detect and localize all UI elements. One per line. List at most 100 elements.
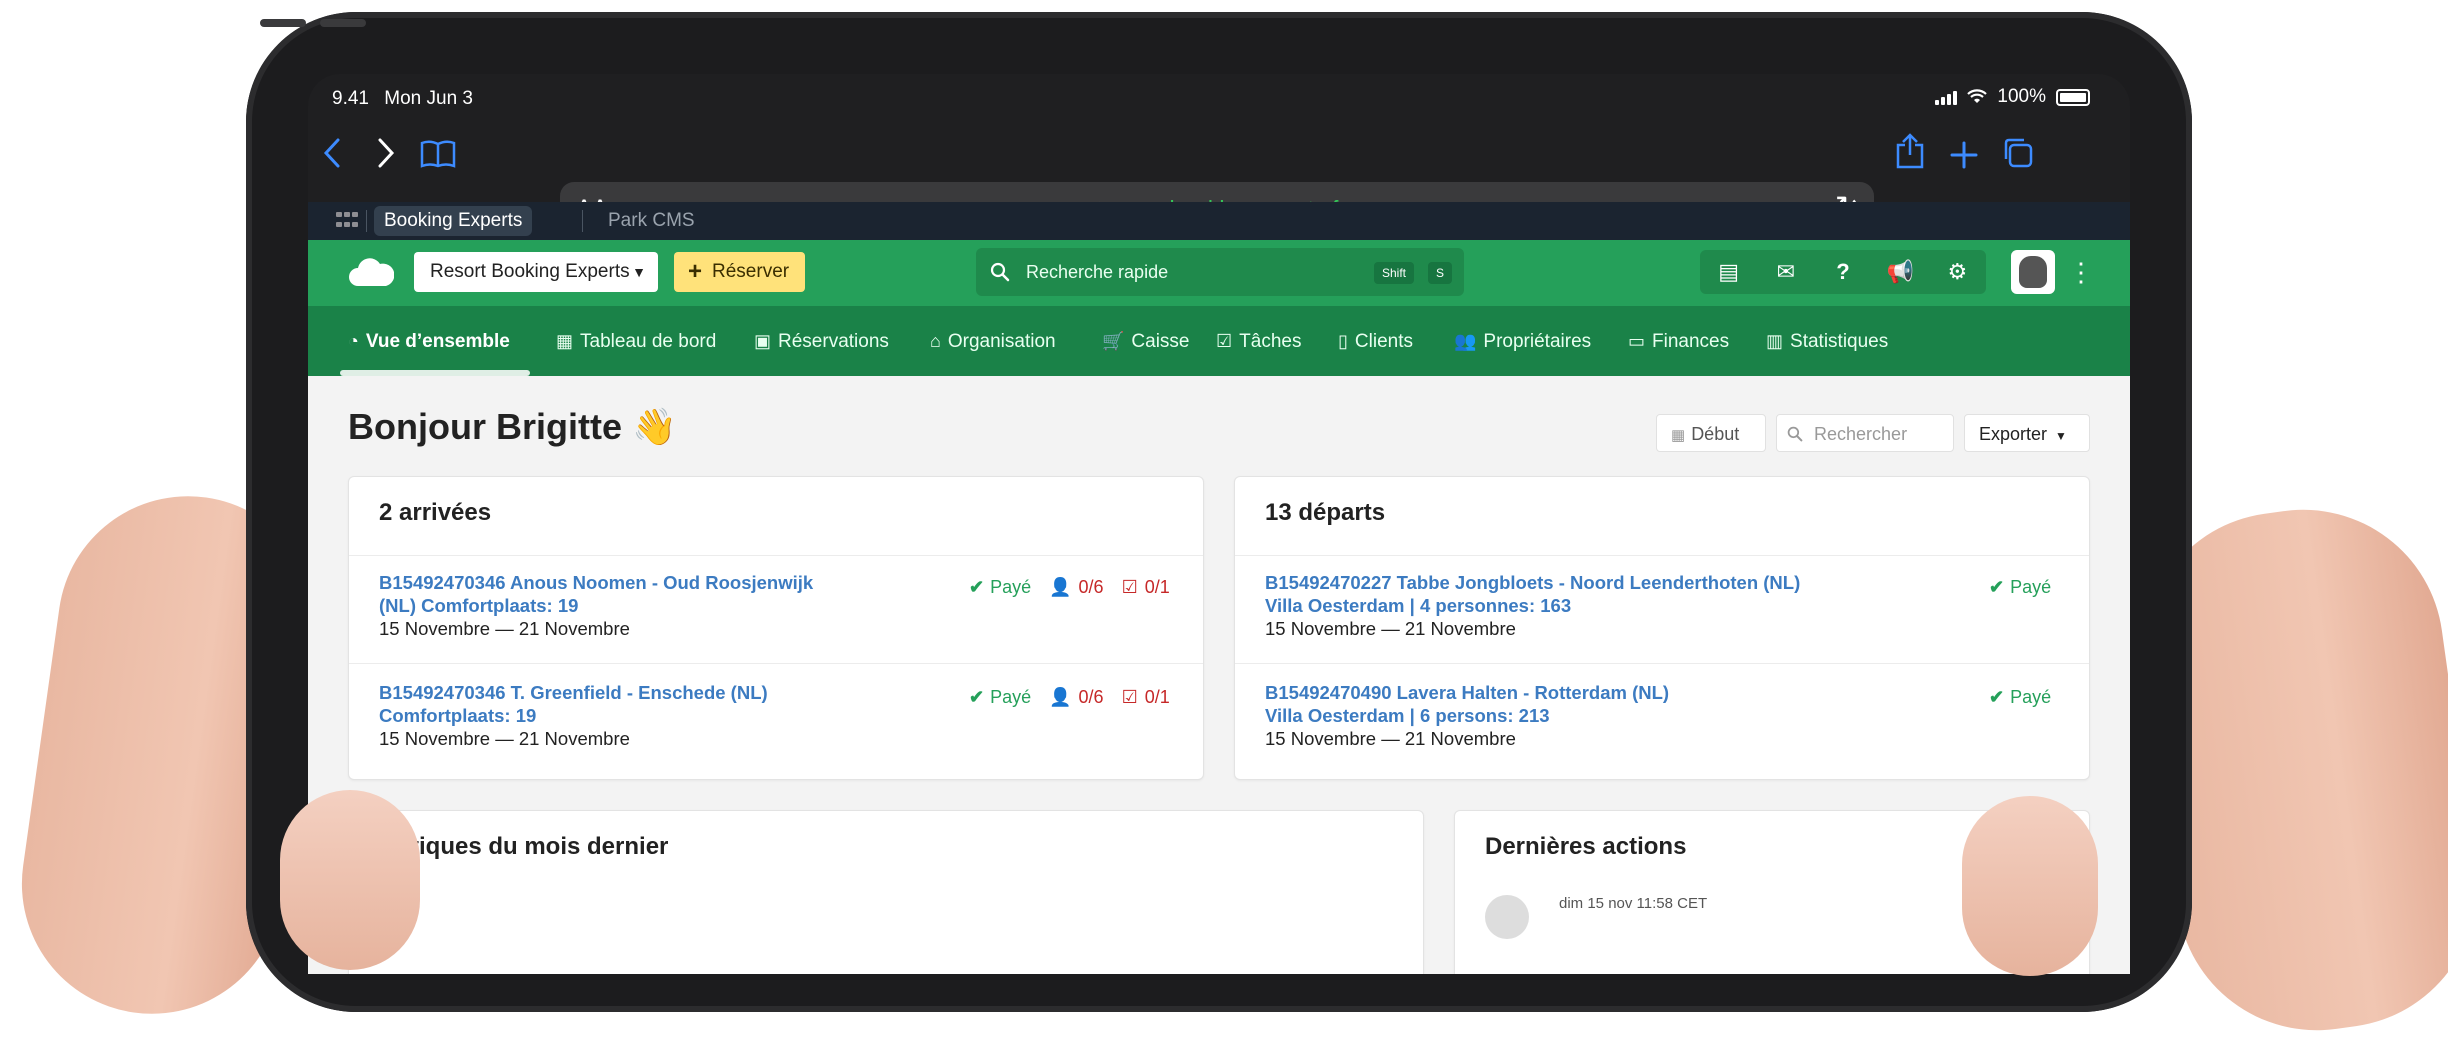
cloud-logo-icon[interactable] bbox=[348, 254, 394, 290]
list-item[interactable]: B15492470346 Anous Noomen - Oud Roosjenw… bbox=[379, 571, 813, 640]
quick-search-input[interactable]: Recherche rapide Shift S bbox=[976, 248, 1464, 296]
forward-icon[interactable] bbox=[364, 126, 408, 190]
user-icon: 👤 bbox=[1049, 687, 1072, 707]
check-icon: ✔ bbox=[1989, 687, 2005, 707]
nav-item-owners[interactable]: 👥 Propriétaires bbox=[1454, 306, 1591, 376]
nav-item-finances[interactable]: ▭ Finances bbox=[1628, 306, 1729, 376]
status-date: Mon Jun 3 bbox=[384, 88, 473, 109]
list-item[interactable]: B15492470227 Tabbe Jongbloets - Noord Le… bbox=[1265, 571, 1800, 640]
browser-tab-bar: Booking Experts Park CMS bbox=[308, 202, 2130, 240]
left-thumb bbox=[280, 790, 420, 970]
ipad-frame: 9.41 Mon Jun 3 100% Booking Experts Park… bbox=[246, 12, 2192, 1012]
nav-item-organisation[interactable]: ⌂ Organisation bbox=[930, 306, 1056, 376]
avatar[interactable] bbox=[2011, 250, 2055, 294]
tab-booking-experts[interactable]: Booking Experts bbox=[374, 206, 533, 236]
search-icon bbox=[1787, 424, 1808, 444]
nav-label: Finances bbox=[1652, 331, 1730, 352]
share-icon[interactable] bbox=[1888, 126, 1932, 190]
address-book-icon: ▯ bbox=[1338, 331, 1348, 351]
nav-item-tasks[interactable]: ☑ Tâches bbox=[1216, 306, 1301, 376]
announcement-icon[interactable]: 📢 bbox=[1872, 250, 1929, 294]
tasks-badge: ☑ 0/1 bbox=[1121, 687, 1170, 707]
nav-item-clients[interactable]: ▯ Clients bbox=[1338, 306, 1413, 376]
divider bbox=[349, 663, 1203, 664]
departures-title: 13 départs bbox=[1265, 499, 1386, 526]
plus-icon: + bbox=[688, 258, 703, 285]
divider bbox=[366, 210, 367, 232]
nav-label: Propriétaires bbox=[1483, 331, 1592, 352]
device-button bbox=[260, 19, 306, 27]
list-item[interactable]: B15492470490 Lavera Halten - Rotterdam (… bbox=[1265, 681, 1669, 750]
tab-park-cms[interactable]: Park CMS bbox=[598, 206, 705, 236]
settings-icon[interactable]: ⚙ bbox=[1929, 250, 1986, 294]
divider bbox=[582, 210, 583, 232]
more-options-icon[interactable]: ⋮ bbox=[2068, 250, 2094, 294]
recent-actions-title: Dernières actions bbox=[1485, 833, 1687, 860]
reservation-link[interactable]: Villa Oesterdam | 4 personnes: 163 bbox=[1265, 594, 1800, 617]
money-icon: ▭ bbox=[1628, 331, 1646, 351]
list-item[interactable]: B15492470346 T. Greenfield - Enschede (N… bbox=[379, 681, 768, 750]
start-date-label: Début bbox=[1691, 424, 1740, 444]
reserve-label: Réserver bbox=[712, 261, 790, 282]
help-icon[interactable]: ? bbox=[1814, 250, 1871, 294]
check-icon: ✔ bbox=[969, 577, 985, 597]
stay-dates: 15 Novembre — 21 Novembre bbox=[1265, 618, 1516, 639]
check-icon: ✔ bbox=[969, 687, 985, 707]
reservation-link[interactable]: B15492470227 Tabbe Jongbloets - Noord Le… bbox=[1265, 571, 1800, 594]
quick-search-placeholder: Recherche rapide bbox=[1026, 262, 1169, 282]
nav-label: Statistiques bbox=[1790, 331, 1889, 352]
tabs-icon[interactable] bbox=[1996, 126, 2040, 190]
nav-label: Réservations bbox=[778, 331, 889, 352]
user-icon: 👤 bbox=[1049, 577, 1072, 597]
signal-icon bbox=[1935, 89, 1958, 105]
export-dropdown[interactable]: Exporter ▼ bbox=[1964, 414, 2090, 452]
paid-badge: ✔ Payé bbox=[969, 577, 1032, 597]
reservation-link[interactable]: B15492470490 Lavera Halten - Rotterdam (… bbox=[1265, 681, 1669, 704]
reserve-button[interactable]: + Réserver bbox=[674, 252, 806, 292]
divider bbox=[349, 555, 1203, 556]
bookmarks-icon[interactable] bbox=[416, 126, 460, 190]
checkbox-icon: ☑ bbox=[1216, 331, 1233, 351]
device-button bbox=[320, 19, 366, 27]
guests-badge: 👤 0/6 bbox=[1049, 577, 1104, 597]
chevron-down-icon: ▼ bbox=[632, 264, 646, 280]
nav-label: Organisation bbox=[947, 331, 1056, 352]
status-badges: ✔ Payé 👤 0/6 ☑ 0/1 bbox=[969, 687, 1170, 708]
start-date-filter[interactable]: ▦ Début bbox=[1656, 414, 1766, 452]
nav-label: Vue d’ensemble bbox=[365, 331, 510, 352]
reservation-link[interactable]: Villa Oesterdam | 6 persons: 213 bbox=[1265, 704, 1669, 727]
nav-item-checkout[interactable]: 🛒 Caisse bbox=[1102, 306, 1190, 376]
organization-selector[interactable]: Resort Booking Experts ▼ bbox=[414, 252, 658, 292]
new-tab-icon[interactable] bbox=[1942, 126, 1986, 190]
paid-badge: ✔ Payé bbox=[1989, 577, 2052, 597]
chevron-down-icon: ▼ bbox=[2055, 429, 2067, 443]
nav-item-statistics[interactable]: ▥ Statistiques bbox=[1766, 306, 1888, 376]
store-icon[interactable]: ▤ bbox=[1700, 250, 1757, 294]
paid-badge: ✔ Payé bbox=[1989, 687, 2052, 707]
chart-icon: ▥ bbox=[1766, 331, 1784, 351]
reservation-link[interactable]: Comfortplaats: 19 bbox=[379, 704, 768, 727]
reservation-link[interactable]: B15492470346 Anous Noomen - Oud Roosjenw… bbox=[379, 571, 813, 594]
reservation-link[interactable]: B15492470346 T. Greenfield - Enschede (N… bbox=[379, 681, 768, 704]
stay-dates: 15 Novembre — 21 Novembre bbox=[379, 728, 630, 749]
mail-icon[interactable]: ✉ bbox=[1757, 250, 1814, 294]
nav-item-overview[interactable]: ◔ Vue d’ensemble bbox=[348, 306, 510, 376]
apps-grid-icon[interactable] bbox=[336, 212, 358, 230]
status-bar: 9.41 Mon Jun 3 100% bbox=[308, 74, 2130, 114]
check-icon: ✔ bbox=[1989, 577, 2005, 597]
nav-item-reservations[interactable]: ▣ Réservations bbox=[754, 306, 889, 376]
nav-item-dashboard[interactable]: ▦ Tableau de bord bbox=[556, 306, 716, 376]
header-icon-group: ▤ ✉ ? 📢 ⚙ bbox=[1700, 250, 1986, 294]
paid-badge: ✔ Payé bbox=[969, 687, 1032, 707]
avatar bbox=[1485, 895, 1529, 939]
app-header: Resort Booking Experts ▼ + Réserver Reche… bbox=[308, 240, 2130, 306]
reservation-link[interactable]: (NL) Comfortplaats: 19 bbox=[379, 594, 813, 617]
search-input[interactable]: Rechercher bbox=[1776, 414, 1954, 452]
nav-label: Tâches bbox=[1239, 331, 1302, 352]
nav-label: Clients bbox=[1354, 331, 1413, 352]
calendar-icon: ▦ bbox=[556, 331, 574, 351]
main-navigation: ◔ Vue d’ensemble ▦ Tableau de bord ▣ Réserv… bbox=[308, 306, 2130, 376]
battery-percent: 100% bbox=[1997, 86, 2046, 107]
back-icon[interactable] bbox=[310, 126, 354, 190]
shortcut-key-s: S bbox=[1428, 262, 1453, 284]
